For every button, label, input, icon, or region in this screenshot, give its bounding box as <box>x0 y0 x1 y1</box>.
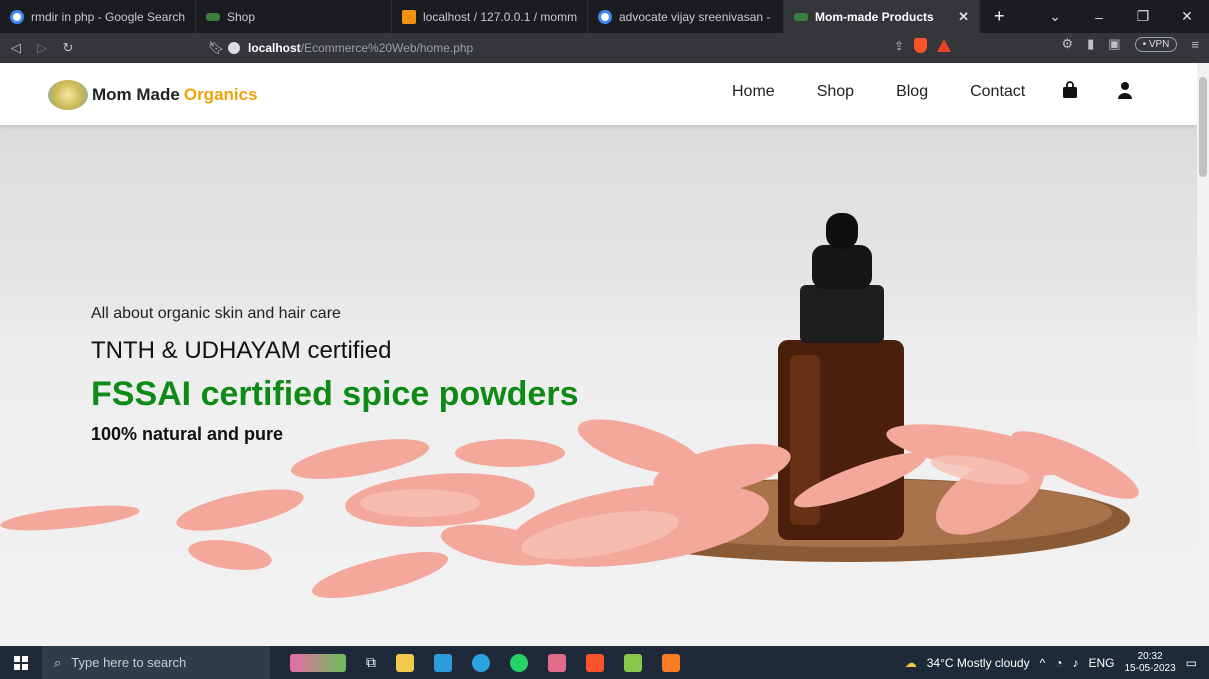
close-tab-icon[interactable]: ✕ <box>958 9 969 25</box>
close-window-icon[interactable]: ✕ <box>1165 8 1209 25</box>
reload-icon[interactable]: ↻ <box>58 40 78 56</box>
extensions-icon[interactable]: ⚙ <box>1061 36 1073 52</box>
hero-text: All about organic skin and hair care TNT… <box>91 305 578 445</box>
brave-browser-icon[interactable] <box>586 653 604 672</box>
tab-title: Shop <box>227 9 256 24</box>
url-host: localhost <box>248 41 301 55</box>
weather-icon[interactable]: ☁ <box>905 656 917 670</box>
main-menu: Home Shop Blog Contact <box>732 83 1025 101</box>
share-icon[interactable]: ⇪ <box>894 39 904 53</box>
site-navbar: Mom Made Organics Home Shop Blog Contact <box>0 63 1197 125</box>
browser-tab[interactable]: Shop <box>196 0 392 33</box>
search-placeholder: Type here to search <box>71 655 187 670</box>
google-icon <box>598 9 612 24</box>
web-page: Mom Made Organics Home Shop Blog Contact <box>0 63 1197 646</box>
taskbar-search[interactable]: ⌕ Type here to search <box>42 646 270 679</box>
language-indicator[interactable]: ENG <box>1088 656 1114 670</box>
file-explorer-icon[interactable] <box>396 653 414 672</box>
bookmark-icon[interactable]: 🔖︎ <box>206 40 226 56</box>
hero-tagline: 100% natural and pure <box>91 424 284 444</box>
browser-tab-bar: rmdir in php - Google Search Shop localh… <box>0 0 1209 33</box>
windows-taskbar: ⌕ Type here to search ⧉ ☁ 34°C Mostly cl… <box>0 646 1209 679</box>
nav-contact[interactable]: Contact <box>970 83 1025 101</box>
search-icon: ⌕ <box>54 654 62 670</box>
back-icon[interactable]: ◁ <box>6 40 26 56</box>
extensions-area: ⚙ ▮ ▣ • VPN ≡ <box>1061 36 1209 52</box>
browser-tab[interactable]: advocate vijay sreenivasan - Goog <box>588 0 784 33</box>
xampp-icon[interactable] <box>662 653 680 672</box>
clock-time: 20:32 <box>1137 650 1163 662</box>
task-view-icon[interactable]: ⧉ <box>366 654 376 671</box>
browser-toolbar: ◁ ▷ ↻ 🔖︎ localhost /Ecommerce%20Web/home… <box>0 33 1209 63</box>
new-tab-icon[interactable]: + <box>980 6 1019 27</box>
site-favicon-icon <box>794 12 808 21</box>
nav-icons <box>1062 81 1132 99</box>
user-icon[interactable] <box>1118 81 1132 99</box>
scrollbar-thumb[interactable] <box>1199 77 1207 177</box>
site-logo[interactable]: Mom Made Organics <box>48 80 258 110</box>
shopping-bag-icon[interactable] <box>1062 81 1078 99</box>
site-favicon-icon <box>206 12 220 21</box>
nav-blog[interactable]: Blog <box>896 83 928 101</box>
telegram-icon[interactable] <box>472 653 490 672</box>
nav-home[interactable]: Home <box>732 83 775 101</box>
wallet-icon[interactable]: ▣ <box>1108 36 1120 52</box>
address-bar-actions: ⇪ <box>894 38 951 53</box>
address-bar[interactable]: localhost /Ecommerce%20Web/home.php <box>228 36 958 60</box>
network-icon[interactable]: ◔ <box>1055 656 1062 670</box>
lotus-widget-icon[interactable] <box>290 653 346 672</box>
brand-accent: Organics <box>183 85 258 104</box>
clock-date: 15-05-2023 <box>1124 662 1176 674</box>
brand-name: Mom Made <box>92 85 180 104</box>
show-hidden-icons-icon[interactable]: ^ <box>1040 656 1046 670</box>
restore-icon[interactable]: ❐ <box>1121 8 1165 25</box>
google-icon <box>10 9 24 24</box>
forward-icon[interactable]: ▷ <box>32 40 52 56</box>
tab-title: rmdir in php - Google Search <box>31 9 185 24</box>
volume-icon[interactable]: ♪ <box>1072 656 1078 670</box>
minimize-icon[interactable]: – <box>1077 9 1121 25</box>
windows-start-icon[interactable] <box>0 646 42 679</box>
url-path: /Ecommerce%20Web/home.php <box>300 41 474 55</box>
hero-banner: All about organic skin and hair care TNT… <box>0 125 1197 646</box>
tab-title: Mom-made Products <box>815 9 934 24</box>
browser-tab-active[interactable]: Mom-made Products ✕ <box>784 0 980 33</box>
nav-shop[interactable]: Shop <box>817 83 854 101</box>
taskbar-apps: ⧉ <box>290 653 680 672</box>
hero-headline: FSSAI certified spice powders <box>91 375 579 413</box>
browser-tab[interactable]: rmdir in php - Google Search <box>0 0 196 33</box>
site-info-icon[interactable] <box>228 42 240 54</box>
system-tray: ☁ 34°C Mostly cloudy ^ ◔ ♪ ENG 20:32 15-… <box>905 646 1209 679</box>
page-scrollbar[interactable] <box>1197 63 1209 646</box>
tab-title: localhost / 127.0.0.1 / mommadeo <box>423 9 577 24</box>
phpmyadmin-icon <box>402 9 416 24</box>
store-icon[interactable] <box>434 653 452 672</box>
tab-search-icon[interactable]: ⌄ <box>1033 8 1077 25</box>
clock[interactable]: 20:32 15-05-2023 <box>1125 651 1176 675</box>
sidebar-icon[interactable]: ▮ <box>1087 36 1094 52</box>
menu-icon[interactable]: ≡ <box>1191 37 1199 52</box>
snipping-tool-icon[interactable] <box>548 653 566 672</box>
tab-title: advocate vijay sreenivasan - Goog <box>619 9 773 24</box>
hero-certification: TNTH & UDHAYAM certified <box>91 337 392 364</box>
browser-tab[interactable]: localhost / 127.0.0.1 / mommadeo <box>392 0 588 33</box>
logo-image <box>48 80 88 110</box>
window-controls: ⌄ – ❐ ✕ <box>1033 0 1209 33</box>
vpn-button[interactable]: • VPN <box>1134 36 1178 52</box>
hero-subheading: All about organic skin and hair care <box>91 305 341 322</box>
notepad-icon[interactable] <box>624 653 642 672</box>
whatsapp-icon[interactable] <box>510 653 528 672</box>
weather-text[interactable]: 34°C Mostly cloudy <box>927 656 1030 670</box>
notifications-icon[interactable]: ▭ <box>1186 656 1197 670</box>
brave-rewards-icon[interactable] <box>937 39 951 52</box>
brave-shields-icon[interactable] <box>914 38 927 53</box>
